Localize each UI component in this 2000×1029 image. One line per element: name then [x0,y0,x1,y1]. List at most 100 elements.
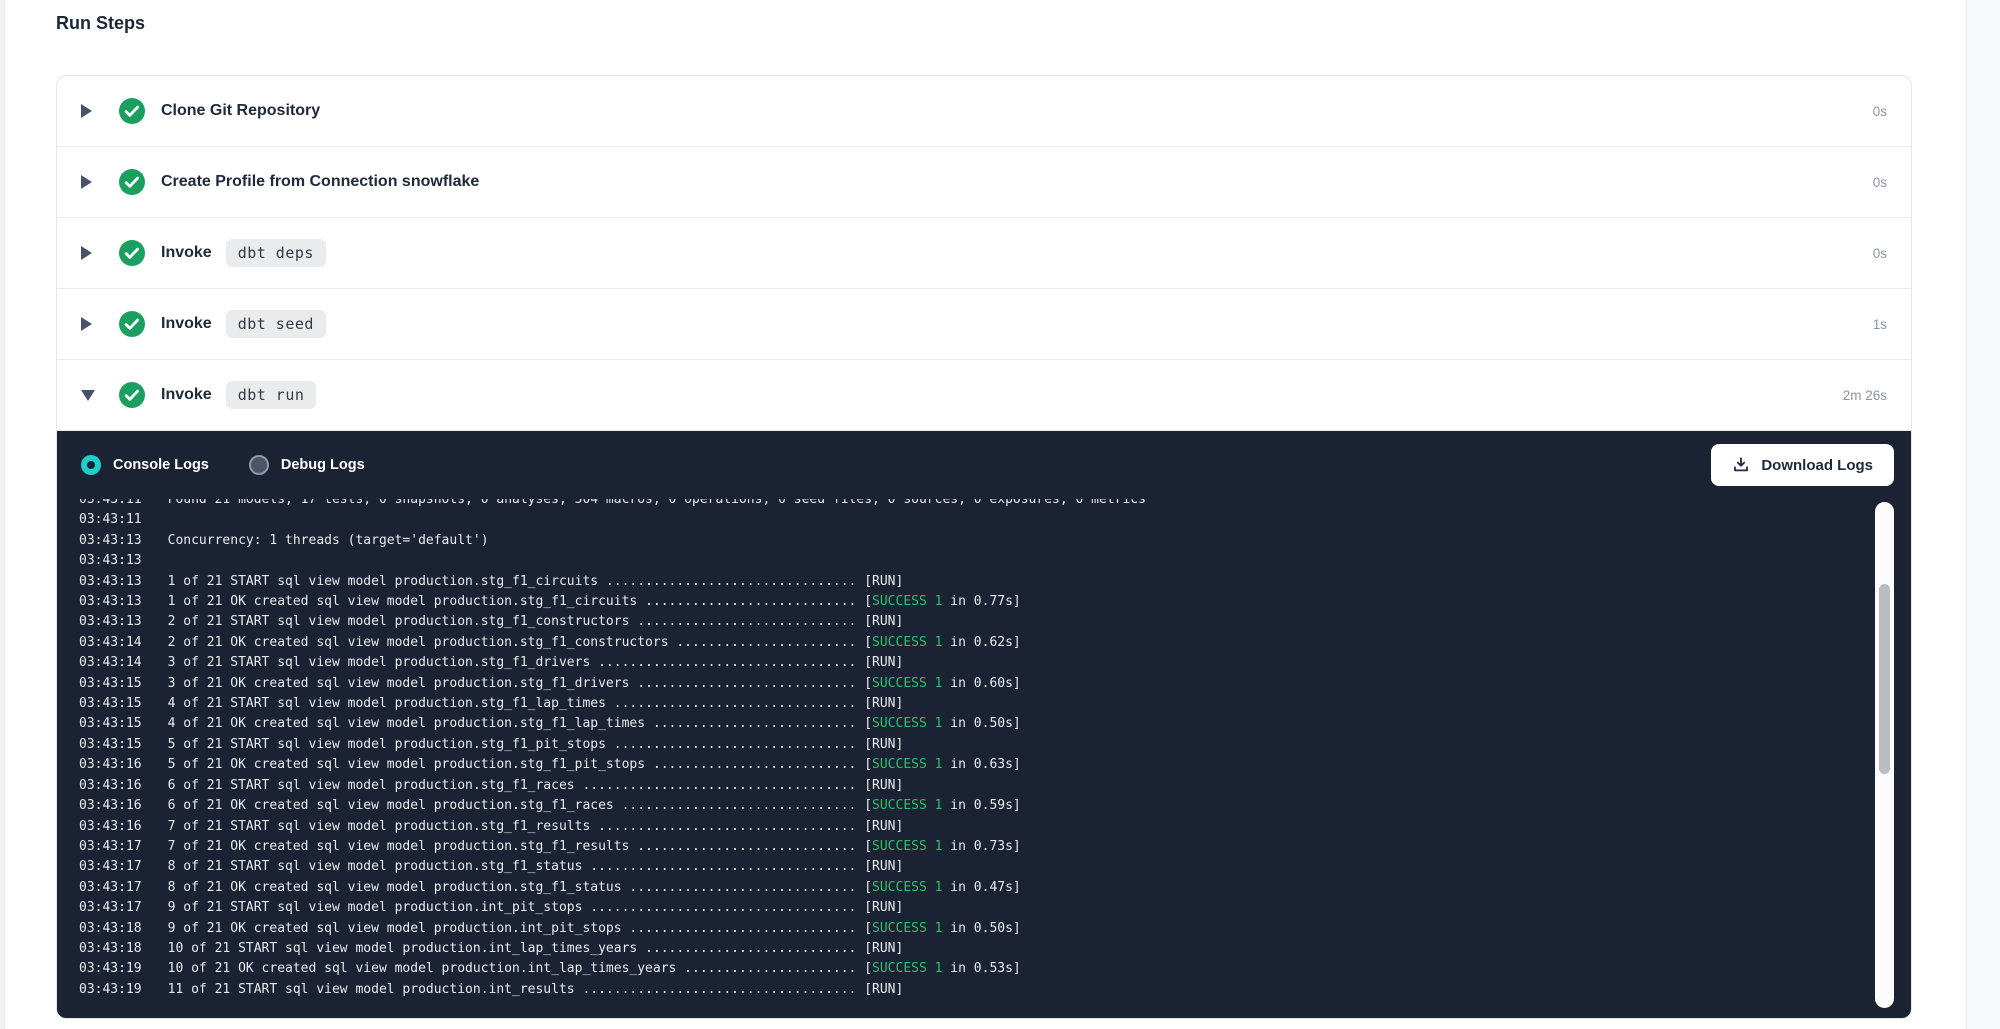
log-success-status: SUCCESS 1 [872,919,942,939]
step-duration: 0s [1873,246,1887,261]
log-line: 03:43:143 of 21 START sql view model pro… [79,653,1911,673]
log-message-suffix: in 0.50s] [942,919,1020,939]
log-timestamp: 03:43:13 [79,551,142,571]
log-line: 03:43:177 of 21 OK created sql view mode… [79,837,1911,857]
debug-logs-radio[interactable]: Debug Logs [249,455,365,475]
log-message: 5 of 21 OK created sql view model produc… [168,755,872,775]
check-circle-icon [119,169,145,195]
log-scrollbar-thumb[interactable] [1879,584,1890,774]
caret-right-icon[interactable] [81,246,97,260]
step-label: Clone Git Repository [161,102,320,120]
log-viewport: 03:43:11Found 21 models, 17 tests, 0 sna… [57,499,1911,1009]
log-message: Concurrency: 1 threads (target='default'… [168,531,489,551]
log-line: 03:43:1910 of 21 OK created sql view mod… [79,959,1911,979]
step-row-invoke-dbt-seed[interactable]: Invoke dbt seed 1s [57,289,1911,360]
download-logs-label: Download Logs [1761,457,1873,474]
log-line: 03:43:17 9 of 21 START sql view model pro… [79,898,1911,918]
log-line: 03:43:16 6 of 21 OK created sql view mode… [79,796,1911,816]
log-line: 03:43:15 4 of 21 OK created sql view mode… [79,714,1911,734]
log-success-status: SUCCESS 1 [872,837,942,857]
caret-right-icon[interactable] [81,175,97,189]
log-timestamp: 03:43:13 [79,612,142,632]
log-line: 03:43:155 of 21 START sql view model pro… [79,735,1911,755]
log-message: 4 of 21 START sql view model production.… [168,694,904,714]
log-message: 4 of 21 OK created sql view model produc… [168,714,872,734]
log-message: 3 of 21 OK created sql view model produc… [168,674,872,694]
log-timestamp: 03:43:14 [79,633,142,653]
log-message-suffix: in 0.60s] [942,674,1020,694]
log-timestamp: 03:43:15 [79,735,142,755]
log-line: 03:43:11 [79,510,1911,530]
log-message-suffix: in 0.47s] [942,878,1020,898]
log-success-status: SUCCESS 1 [872,878,942,898]
log-line: 03:43:131 of 21 START sql view model pro… [79,572,1911,592]
log-message: 3 of 21 START sql view model production.… [168,653,904,673]
log-message: 6 of 21 START sql view model production.… [168,776,904,796]
log-timestamp: 03:43:15 [79,714,142,734]
log-message-suffix: in 0.73s] [942,837,1020,857]
log-message: 2 of 21 OK created sql view model produc… [168,633,872,653]
left-gutter [0,0,5,1029]
log-scrollbar-track[interactable] [1875,502,1894,1008]
log-message-suffix: in 0.50s] [942,714,1020,734]
caret-right-icon[interactable] [81,104,97,118]
log-line: 03:43:13 2 of 21 START sql view model pro… [79,612,1911,632]
log-timestamp: 03:43:17 [79,898,142,918]
log-line: 03:43:13Concurrency: 1 threads (target='… [79,531,1911,551]
log-timestamp: 03:43:15 [79,694,142,714]
log-timestamp: 03:43:16 [79,776,142,796]
log-timestamp: 03:43:13 [79,592,142,612]
log-message: Found 21 models, 17 tests, 0 snapshots, … [168,499,1146,510]
radio-unselected-icon[interactable] [249,455,269,475]
console-log-panel: Console Logs Debug Logs Download Logs 03… [57,431,1911,1018]
log-line: 03:43:167 of 21 START sql view model pro… [79,817,1911,837]
step-row-invoke-dbt-run[interactable]: Invoke dbt run 2m 26s [57,360,1911,431]
log-line: 03:43:18 10 of 21 START sql view model pr… [79,939,1911,959]
log-message: 9 of 21 OK created sql view model produc… [168,919,872,939]
step-row-create-profile[interactable]: Create Profile from Connection snowflake… [57,147,1911,218]
log-timestamp: 03:43:17 [79,857,142,877]
log-timestamp: 03:43:15 [79,674,142,694]
step-duration: 0s [1873,175,1887,190]
radio-selected-icon[interactable] [81,455,101,475]
download-icon [1732,456,1750,474]
caret-right-icon[interactable] [81,317,97,331]
log-timestamp: 03:43:18 [79,939,142,959]
console-logs-radio[interactable]: Console Logs [81,455,209,475]
log-success-status: SUCCESS 1 [872,674,942,694]
command-badge: dbt seed [226,310,326,338]
command-badge: dbt deps [226,239,326,267]
caret-down-icon[interactable] [81,390,97,401]
step-row-invoke-dbt-deps[interactable]: Invoke dbt deps 0s [57,218,1911,289]
log-message: 9 of 21 START sql view model production.… [168,898,904,918]
log-message: 8 of 21 OK created sql view model produc… [168,878,872,898]
log-line: 03:43:131 of 21 OK created sql view mode… [79,592,1911,612]
download-logs-button[interactable]: Download Logs [1711,444,1894,486]
run-steps-card: Clone Git Repository 0s Create Profile f… [56,75,1912,1019]
log-success-status: SUCCESS 1 [872,796,942,816]
log-timestamp: 03:43:11 [79,499,142,510]
log-success-status: SUCCESS 1 [872,714,942,734]
log-message: 7 of 21 OK created sql view model produc… [168,837,872,857]
log-content: 03:43:11Found 21 models, 17 tests, 0 sna… [79,499,1911,1000]
log-message: 1 of 21 START sql view model production.… [168,572,904,592]
step-row-clone-git-repository[interactable]: Clone Git Repository 0s [57,76,1911,147]
page-title: Run Steps [56,13,145,34]
right-gutter [1966,0,2000,1029]
log-message-suffix: in 0.59s] [942,796,1020,816]
log-line: 03:43:165 of 21 OK created sql view mode… [79,755,1911,775]
log-success-status: SUCCESS 1 [872,633,942,653]
check-circle-icon [119,311,145,337]
log-message: 10 of 21 OK created sql view model produ… [168,959,872,979]
log-line: 03:43:16 6 of 21 START sql view model pro… [79,776,1911,796]
check-circle-icon [119,240,145,266]
log-timestamp: 03:43:17 [79,878,142,898]
log-message: 2 of 21 START sql view model production.… [168,612,904,632]
log-message-suffix: in 0.62s] [942,633,1020,653]
log-timestamp: 03:43:16 [79,796,142,816]
step-duration: 2m 26s [1843,388,1887,403]
log-message: 10 of 21 START sql view model production… [168,939,904,959]
log-message: 6 of 21 OK created sql view model produc… [168,796,872,816]
log-message: 11 of 21 START sql view model production… [168,980,904,1000]
log-message: 7 of 21 START sql view model production.… [168,817,904,837]
